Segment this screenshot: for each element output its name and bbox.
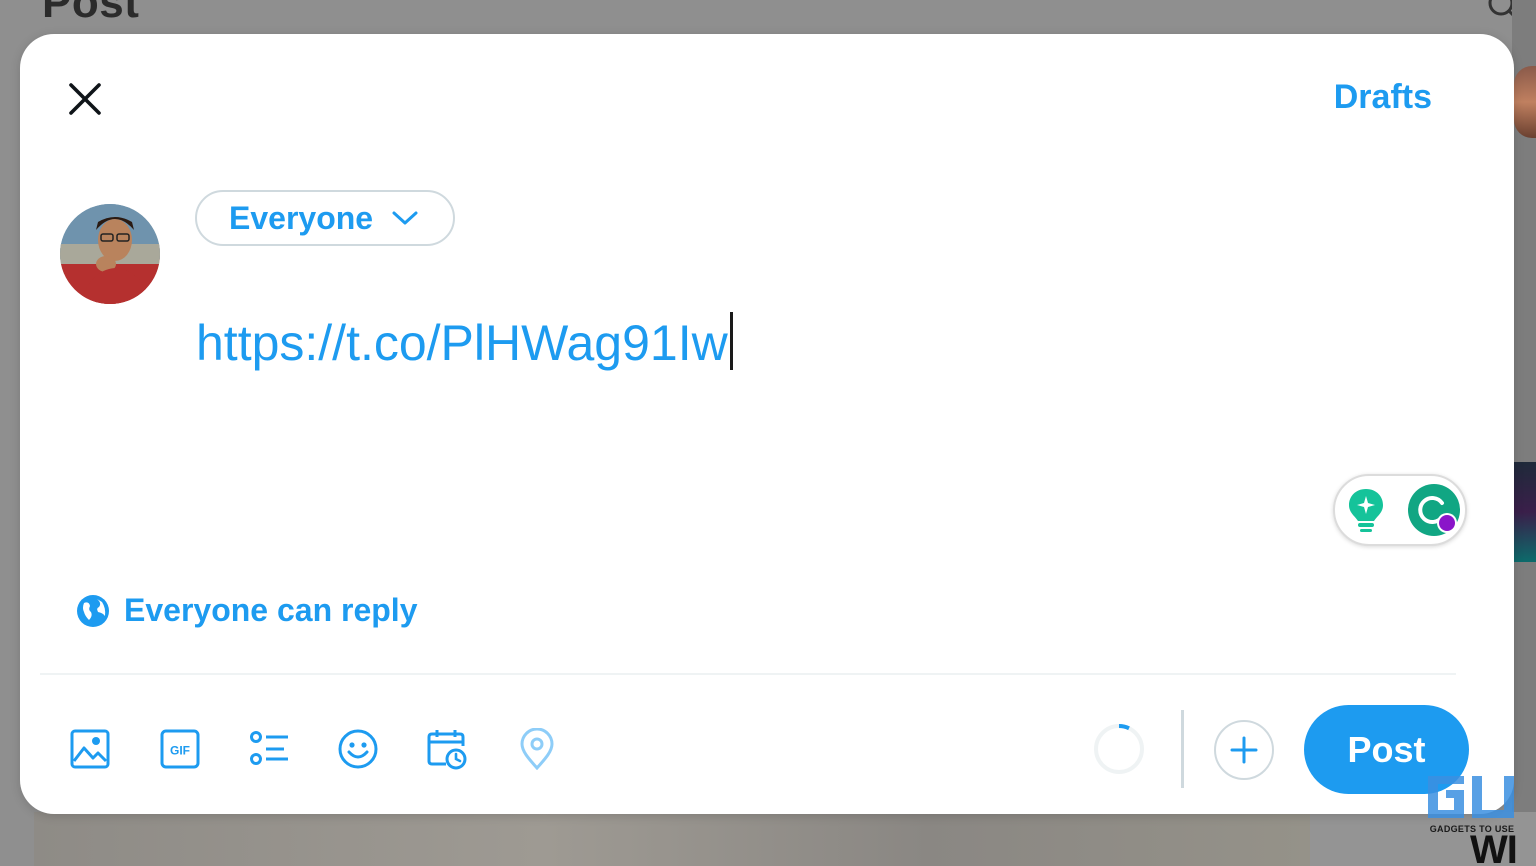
- globe-icon: [77, 594, 109, 627]
- avatar-photo: [60, 204, 160, 304]
- poll-icon[interactable]: [248, 728, 290, 770]
- image-icon[interactable]: [69, 728, 111, 770]
- compose-text-content: https://t.co/PlHWag91Iw: [196, 315, 728, 371]
- location-icon[interactable]: [516, 728, 558, 770]
- audience-label: Everyone: [229, 199, 374, 236]
- audience-selector-button[interactable]: Everyone: [195, 190, 456, 246]
- reply-setting-button[interactable]: Everyone can reply: [76, 592, 417, 629]
- background-page-title: Post: [42, 0, 140, 27]
- gif-icon[interactable]: GIF: [159, 728, 201, 770]
- background-post-image: [34, 812, 1310, 866]
- compose-textarea[interactable]: https://t.co/PlHWag91Iw: [196, 312, 733, 372]
- lightbulb-icon[interactable]: [1339, 483, 1393, 537]
- drafts-button[interactable]: Drafts: [1334, 78, 1432, 117]
- watermark: GADGETS TO USE: [1424, 770, 1520, 836]
- grammarly-icon[interactable]: [1407, 483, 1461, 537]
- background-thumbnail: [1514, 462, 1536, 562]
- close-icon[interactable]: [64, 78, 106, 120]
- watermark-text: GADGETS TO USE: [1429, 824, 1515, 834]
- chevron-down-icon: [392, 211, 418, 225]
- compose-modal: Drafts Everyone https://t.co/PlHWag91Iw: [20, 34, 1514, 814]
- schedule-icon[interactable]: [426, 728, 468, 770]
- avatar[interactable]: [60, 204, 160, 304]
- reply-setting-label: Everyone can reply: [124, 592, 418, 628]
- text-cursor: [729, 312, 733, 370]
- add-post-button[interactable]: [1214, 720, 1274, 780]
- divider: [40, 673, 1456, 675]
- extension-widget: [1333, 474, 1467, 546]
- emoji-icon[interactable]: [337, 728, 379, 770]
- svg-text:GIF: GIF: [170, 744, 190, 758]
- watermark-logo: [1428, 776, 1514, 818]
- character-counter-icon: [1094, 724, 1144, 774]
- plus-icon: [1230, 736, 1258, 764]
- toolbar-separator: [1181, 710, 1184, 788]
- background-avatar: [1514, 66, 1536, 138]
